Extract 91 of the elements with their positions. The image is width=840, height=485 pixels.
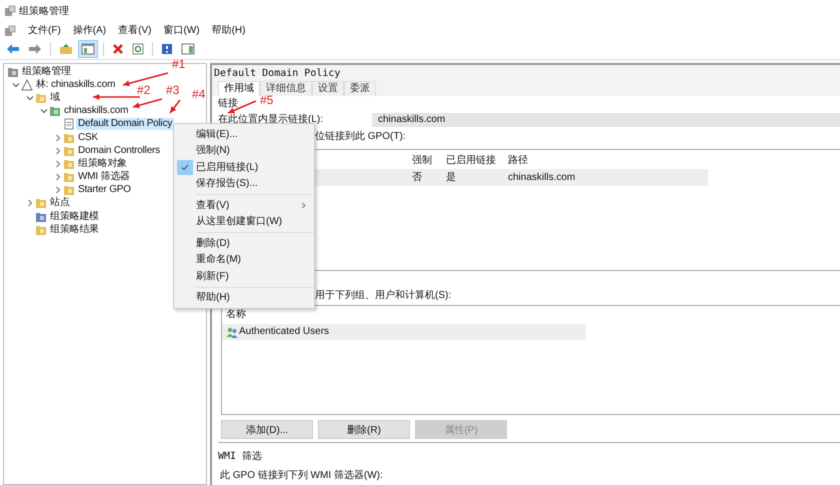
close-icon xyxy=(112,43,124,55)
column-header[interactable]: 名称 xyxy=(222,306,586,324)
tab[interactable]: 作用域 xyxy=(218,81,260,96)
users-icon xyxy=(226,326,238,338)
column-header[interactable]: 强制 xyxy=(408,154,442,166)
tree-item[interactable]: Default Domain Policy xyxy=(76,118,174,130)
annotation-arrow xyxy=(122,72,168,86)
tree-item[interactable]: 组策略对象 xyxy=(76,158,130,170)
annotation-label: #1 xyxy=(172,58,186,71)
chevron-down-icon[interactable] xyxy=(40,107,48,116)
table-cell-text: 是 xyxy=(445,172,457,184)
tree-item[interactable]: 林: chinaskills.com xyxy=(34,78,118,91)
field-label: 位链接到此 GPO(T): xyxy=(315,131,406,143)
tab[interactable]: 设置 xyxy=(312,81,344,96)
chevron-right-icon[interactable] xyxy=(54,173,62,182)
arrow-right-icon xyxy=(28,43,42,55)
folder-icon xyxy=(63,144,75,157)
action-button[interactable]: 添加(D)... xyxy=(221,420,313,439)
folder-icon xyxy=(35,224,47,236)
chevron-down-icon[interactable] xyxy=(12,80,20,89)
chevron-right-icon[interactable] xyxy=(54,146,62,155)
tree-item[interactable]: chinaskills.com xyxy=(62,105,130,118)
column-header[interactable]: 路径 xyxy=(504,154,528,166)
field-label: 在此位置内显示链接(L): xyxy=(218,114,324,126)
tree-toggle-button[interactable] xyxy=(78,40,98,58)
field-label: 用于下列组、用户和计算机(S): xyxy=(315,290,452,302)
action-button[interactable]: 删除(R) xyxy=(318,420,410,439)
window-title: 组策略管理 xyxy=(19,5,69,18)
folder-icon xyxy=(35,197,47,210)
menu-item[interactable]: 编辑(E)... xyxy=(196,128,238,141)
folder-icon xyxy=(63,158,75,170)
tree-item[interactable]: 站点 xyxy=(48,197,72,210)
arrow-left-icon xyxy=(6,43,20,55)
table-cell-text: 否 xyxy=(411,172,423,184)
tree-item[interactable]: 组策略结果 xyxy=(48,224,102,236)
window-pane-icon xyxy=(81,43,95,55)
tab[interactable]: 委派 xyxy=(344,81,376,96)
location-field[interactable]: chinaskills.com xyxy=(372,113,840,127)
annotation-arrow xyxy=(169,100,181,114)
column-header[interactable]: 已启用链接 xyxy=(442,154,504,166)
chevron-right-icon[interactable] xyxy=(54,186,62,194)
menu-item[interactable]: 窗口(W) xyxy=(163,24,200,38)
triangle-icon xyxy=(21,78,33,91)
window-pane-icon xyxy=(181,43,195,55)
chevron-right-icon[interactable] xyxy=(26,199,34,208)
annotation-label: #2 xyxy=(137,84,150,97)
annotation-label: #5 xyxy=(260,94,274,107)
folder-icon xyxy=(63,132,75,144)
chevron-down-icon[interactable] xyxy=(26,94,34,102)
tree-item[interactable]: Domain Controllers xyxy=(76,144,162,157)
tree-item[interactable]: CSK xyxy=(76,132,100,144)
field-label: 此 GPO 链接到下列 WMI 筛选器(W): xyxy=(219,470,383,482)
tab[interactable]: 详细信息 xyxy=(260,81,312,96)
help-icon xyxy=(161,43,173,55)
tree-item[interactable]: 组策略建模 xyxy=(48,210,102,223)
annotation-label: #4 xyxy=(192,88,206,101)
document-icon xyxy=(63,118,75,130)
tree-item[interactable]: 组策略管理 xyxy=(20,66,74,78)
folder-up-icon xyxy=(59,43,73,55)
user-group-name: Authenticated Users xyxy=(239,326,330,338)
console-icon[interactable] xyxy=(4,24,16,36)
menu-item[interactable]: 帮助(H) xyxy=(212,24,246,38)
table-cell-text: chinaskills.com xyxy=(507,172,576,184)
menu-item[interactable]: 文件(F) xyxy=(28,24,61,38)
folder-icon xyxy=(35,210,47,223)
section-heading: 链接 xyxy=(218,97,238,111)
folder-icon xyxy=(63,184,75,196)
menu-item[interactable]: 帮助(H) xyxy=(196,291,230,304)
tree-item[interactable]: Starter GPO xyxy=(76,184,133,196)
annotation-label: #3 xyxy=(166,84,180,97)
menu-item[interactable]: 重命名(M) xyxy=(196,253,241,266)
list-row[interactable]: Authenticated Users xyxy=(222,324,586,340)
section-heading: WMI 筛选 xyxy=(218,451,262,463)
tree-item[interactable]: 域 xyxy=(48,92,62,104)
refresh-icon xyxy=(132,43,144,55)
menu-item[interactable]: 删除(D) xyxy=(196,236,230,250)
chevron-right-icon[interactable] xyxy=(54,134,62,142)
folder-icon xyxy=(35,92,47,104)
chevron-right-icon[interactable] xyxy=(54,160,62,168)
folder-icon xyxy=(49,105,61,118)
app-icon xyxy=(4,5,16,17)
menu-item[interactable]: 查看(V) xyxy=(196,198,230,212)
folder-icon xyxy=(63,171,75,184)
menu-item[interactable]: 从这里创建窗口(W) xyxy=(196,215,282,228)
menu-item[interactable]: 操作(A) xyxy=(72,24,106,38)
tree-item[interactable]: WMI 筛选器 xyxy=(76,171,132,184)
menu-item[interactable]: 强制(N) xyxy=(196,144,230,158)
menu-item[interactable]: 查看(V) xyxy=(118,24,152,38)
policy-title: Default Domain Policy xyxy=(214,67,342,80)
folder-icon xyxy=(7,66,19,78)
menu-item[interactable]: 刷新(F) xyxy=(196,270,229,283)
